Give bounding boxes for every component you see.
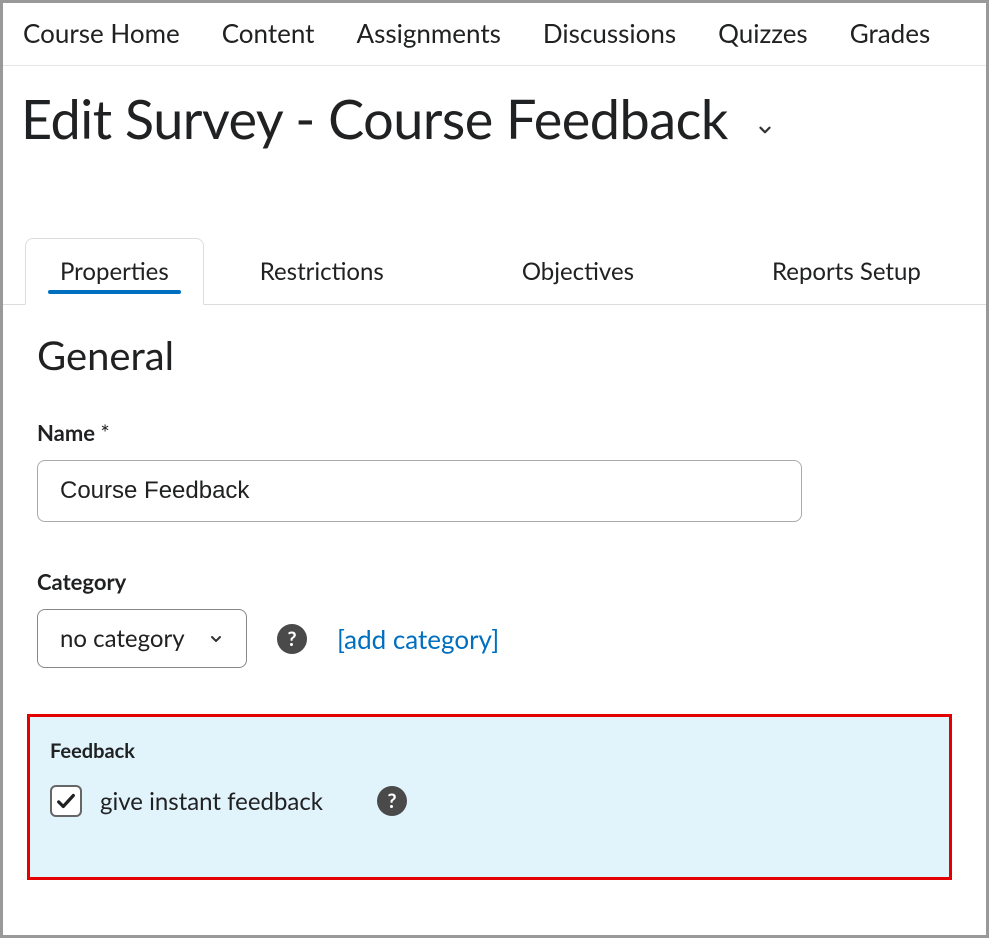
feedback-help-icon[interactable]: ? [377, 786, 407, 816]
name-input[interactable] [37, 460, 802, 522]
instant-feedback-label: give instant feedback [100, 787, 323, 816]
name-label: Name * [37, 419, 956, 446]
tab-bar: Properties Restrictions Objectives Repor… [3, 238, 986, 305]
chevron-down-icon [756, 121, 774, 139]
add-category-link[interactable]: [add category] [337, 623, 499, 655]
tab-reports-setup[interactable]: Reports Setup [738, 239, 955, 304]
tab-restrictions[interactable]: Restrictions [226, 239, 418, 304]
field-group-category: Category no category ? [add category] [37, 568, 956, 668]
nav-grades[interactable]: Grades [850, 17, 931, 49]
tab-properties[interactable]: Properties [25, 238, 204, 305]
title-actions-dropdown[interactable] [756, 120, 774, 152]
category-selected-value: no category [60, 624, 185, 653]
page-title: Edit Survey - Course Feedback [21, 86, 728, 151]
nav-quizzes[interactable]: Quizzes [718, 17, 808, 49]
instant-feedback-checkbox[interactable] [50, 785, 82, 817]
nav-discussions[interactable]: Discussions [543, 17, 676, 49]
feedback-section-highlight: Feedback give instant feedback ? [27, 714, 952, 880]
nav-assignments[interactable]: Assignments [357, 17, 501, 49]
category-help-icon[interactable]: ? [277, 624, 307, 654]
checkmark-icon [55, 790, 77, 812]
nav-content[interactable]: Content [222, 17, 315, 49]
category-select[interactable]: no category [37, 609, 247, 668]
section-heading-general: General [37, 331, 956, 379]
course-nav: Course Home Content Assignments Discussi… [3, 3, 986, 66]
field-group-name: Name * [37, 419, 956, 522]
properties-panel: General Name * Category no category ? [a… [3, 305, 986, 880]
nav-course-home[interactable]: Course Home [23, 17, 180, 49]
chevron-down-icon [208, 631, 224, 647]
tab-objectives[interactable]: Objectives [488, 239, 668, 304]
category-label: Category [37, 568, 956, 595]
feedback-section-label: Feedback [50, 739, 929, 763]
required-marker: * [100, 419, 109, 446]
page-title-row: Edit Survey - Course Feedback [3, 66, 986, 192]
